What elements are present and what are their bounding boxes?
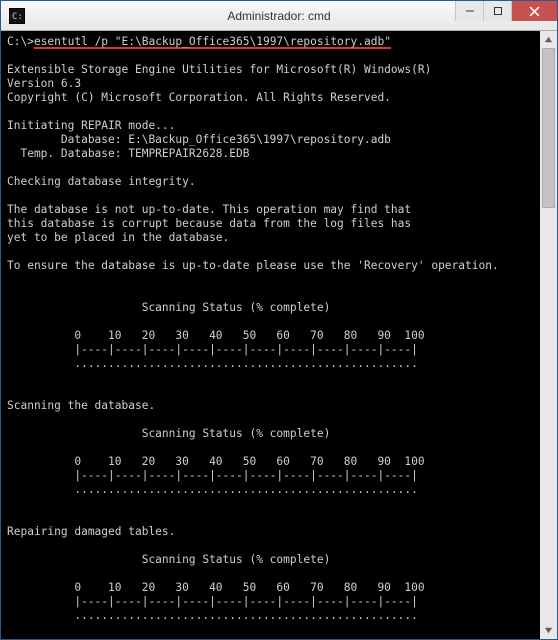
scroll-down-button[interactable] [540, 622, 557, 639]
terminal-output[interactable]: C:\>esentutl /p "E:\Backup_Office365\199… [1, 31, 557, 639]
out-line: Extensible Storage Engine Utilities for … [7, 63, 431, 76]
scroll-track[interactable] [540, 48, 557, 622]
out-line: 0 10 20 30 40 50 60 70 80 90 100 [7, 455, 425, 468]
titlebar[interactable]: C: Administrador: cmd [1, 1, 557, 31]
window-controls [455, 1, 557, 21]
out-line: Scanning the database. [7, 399, 155, 412]
out-line: |----|----|----|----|----|----|----|----… [7, 343, 418, 356]
out-line: ........................................… [7, 357, 418, 370]
minimize-button[interactable] [455, 1, 483, 21]
out-line: Database: E:\Backup_Office365\1997\repos… [7, 133, 391, 146]
svg-text:C:: C: [12, 12, 23, 22]
out-line: Repairing damaged tables. [7, 525, 175, 538]
window-title: Administrador: cmd [227, 9, 330, 23]
scroll-up-button[interactable] [540, 31, 557, 48]
out-line: yet to be placed in the database. [7, 231, 229, 244]
close-button[interactable] [511, 1, 557, 21]
out-line: Copyright (C) Microsoft Corporation. All… [7, 91, 391, 104]
vertical-scrollbar[interactable] [540, 31, 557, 639]
out-line: Temp. Database: TEMPREPAIR2628.EDB [7, 147, 249, 160]
out-line: ........................................… [7, 483, 418, 496]
out-line: Scanning Status (% complete) [7, 301, 330, 314]
prompt: C:\> [7, 35, 34, 48]
cmd-window: C: Administrador: cmd C:\>esentutl /p "E… [0, 0, 558, 640]
out-line: Initiating REPAIR mode... [7, 119, 175, 132]
cmd-icon: C: [9, 8, 25, 24]
maximize-button[interactable] [483, 1, 511, 21]
out-line: Checking database integrity. [7, 175, 196, 188]
out-line: ........................................… [7, 609, 418, 622]
out-line: Scanning Status (% complete) [7, 553, 330, 566]
out-line: 0 10 20 30 40 50 60 70 80 90 100 [7, 581, 425, 594]
out-line: this database is corrupt because data fr… [7, 217, 411, 230]
command-text: esentutl /p "E:\Backup_Office365\1997\re… [34, 35, 391, 48]
scroll-thumb[interactable] [542, 48, 555, 208]
out-line: Version 6.3 [7, 77, 81, 90]
out-line: |----|----|----|----|----|----|----|----… [7, 469, 418, 482]
out-line: 0 10 20 30 40 50 60 70 80 90 100 [7, 329, 425, 342]
out-line: |----|----|----|----|----|----|----|----… [7, 595, 418, 608]
out-line: The database is not up-to-date. This ope… [7, 203, 411, 216]
out-line: To ensure the database is up-to-date ple… [7, 259, 499, 272]
out-line: Scanning Status (% complete) [7, 427, 330, 440]
